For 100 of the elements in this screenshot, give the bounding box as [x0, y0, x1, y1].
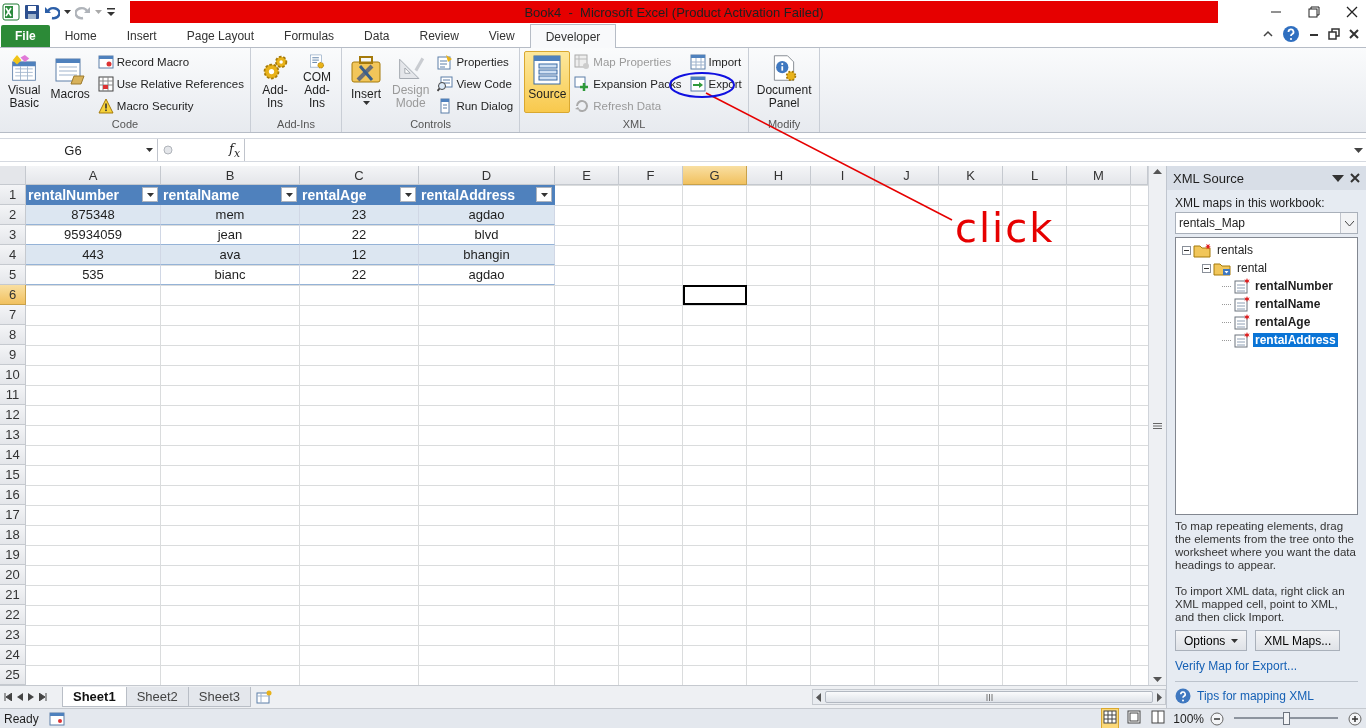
tree-item[interactable]: rentalAddress — [1253, 333, 1338, 347]
ribbon-button[interactable]: Import — [687, 51, 744, 73]
column-header[interactable]: K — [939, 166, 1003, 185]
column-header[interactable]: L — [1003, 166, 1067, 185]
ribbon-button[interactable]: Insert — [346, 51, 386, 113]
verify-link[interactable]: Verify Map for Export... — [1175, 659, 1358, 673]
tree-item[interactable]: rentalNumber — [1253, 279, 1336, 293]
filter-button[interactable] — [400, 187, 416, 202]
sheet-tab[interactable]: Sheet2 — [125, 687, 189, 707]
ribbon-button[interactable]: Source — [524, 51, 571, 113]
ribbon-button[interactable]: View Code — [435, 73, 516, 95]
sheet-tab[interactable]: Sheet3 — [187, 687, 252, 707]
column-header[interactable]: J — [875, 166, 939, 185]
map-dropdown[interactable]: rentals_Map — [1175, 212, 1358, 234]
tree-item[interactable]: rental — [1235, 261, 1270, 275]
macro-record-icon[interactable] — [48, 711, 65, 726]
ribbon-button[interactable]: Properties — [435, 51, 516, 73]
left-arrow-icon[interactable] — [816, 692, 821, 702]
zoom-level[interactable]: 100% — [1173, 711, 1204, 726]
previous-sheet-icon[interactable] — [17, 693, 23, 701]
save-icon[interactable] — [24, 4, 40, 20]
row-header[interactable]: 14 — [0, 445, 26, 465]
row-header[interactable]: 7 — [0, 305, 26, 325]
ribbon-tab[interactable]: Data — [349, 25, 405, 47]
column-header[interactable]: C — [300, 166, 419, 185]
restore-icon[interactable] — [1308, 6, 1320, 18]
sheet-tab[interactable]: Sheet1 — [62, 687, 127, 707]
row-header[interactable]: 12 — [0, 405, 26, 425]
row-header[interactable]: 1 — [0, 185, 26, 205]
column-header[interactable]: G — [683, 166, 747, 185]
active-cell[interactable] — [683, 285, 747, 305]
customize-icon[interactable] — [106, 6, 116, 18]
close-icon[interactable] — [1348, 28, 1360, 40]
column-header[interactable]: I — [811, 166, 875, 185]
tree-item[interactable]: rentalAge — [1253, 315, 1313, 329]
close-icon[interactable] — [1350, 173, 1360, 183]
row-header[interactable]: 25 — [0, 665, 26, 685]
split-icon[interactable] — [1153, 422, 1162, 429]
next-sheet-icon[interactable] — [28, 693, 34, 701]
column-header[interactable]: D — [419, 166, 555, 185]
ribbon-tab[interactable]: Review — [404, 25, 474, 47]
pane-button[interactable]: XML Maps... — [1255, 630, 1341, 651]
column-header[interactable]: H — [747, 166, 811, 185]
tree-item[interactable]: rentalName — [1253, 297, 1323, 311]
row-header[interactable]: 18 — [0, 525, 26, 545]
slider-thumb[interactable] — [1283, 712, 1290, 725]
row-header[interactable]: 6 — [0, 285, 26, 305]
ribbon-button[interactable]: Macro Security — [95, 95, 246, 117]
column-header[interactable]: A — [26, 166, 161, 185]
view-button[interactable] — [1101, 708, 1120, 728]
row-header[interactable]: 20 — [0, 565, 26, 585]
down-arrow-icon[interactable] — [1153, 677, 1162, 682]
zoom-in-icon[interactable] — [1348, 711, 1362, 726]
row-header[interactable]: 15 — [0, 465, 26, 485]
vertical-scrollbar[interactable] — [1148, 166, 1166, 685]
row-header[interactable]: 10 — [0, 365, 26, 385]
column-header[interactable]: B — [161, 166, 300, 185]
close-icon[interactable] — [1346, 6, 1358, 18]
ribbon-tab[interactable]: Page Layout — [171, 25, 270, 47]
row-header[interactable]: 8 — [0, 325, 26, 345]
row-header[interactable]: 24 — [0, 645, 26, 665]
tree-item[interactable]: rentals — [1215, 243, 1256, 257]
ribbon-button[interactable]: Add-Ins — [255, 51, 295, 113]
pane-menu-icon[interactable] — [1332, 174, 1344, 182]
filter-button[interactable] — [142, 187, 158, 202]
first-sheet-icon[interactable] — [4, 693, 12, 701]
ribbon-tab[interactable]: Developer — [529, 24, 617, 48]
undo-icon[interactable] — [44, 4, 60, 20]
filter-button[interactable] — [281, 187, 297, 202]
collapse-icon[interactable] — [1202, 263, 1211, 273]
row-header[interactable]: 4 — [0, 245, 26, 265]
pane-button[interactable]: Options — [1175, 630, 1248, 651]
help-link[interactable]: Tips for mapping XML — [1197, 689, 1314, 703]
right-arrow-icon[interactable] — [1157, 692, 1162, 702]
row-header[interactable]: 11 — [0, 385, 26, 405]
row-header[interactable]: 22 — [0, 605, 26, 625]
ribbon-button[interactable]: Run Dialog — [435, 95, 516, 117]
horizontal-scrollbar[interactable] — [812, 689, 1166, 705]
last-sheet-icon[interactable] — [39, 693, 47, 701]
ribbon-tab[interactable]: Home — [49, 25, 112, 47]
ribbon-button[interactable]: Document Panel — [752, 51, 816, 113]
column-header[interactable]: M — [1067, 166, 1131, 185]
ribbon-tab[interactable]: View — [473, 25, 530, 47]
ribbon-tab[interactable]: Formulas — [269, 25, 350, 47]
column-header[interactable]: F — [619, 166, 683, 185]
ribbon-button[interactable]: Macros — [46, 51, 94, 113]
filter-button[interactable] — [536, 187, 552, 202]
row-header[interactable]: 3 — [0, 225, 26, 245]
up-arrow-icon[interactable] — [1153, 169, 1162, 174]
ribbon-button[interactable]: Visual Basic — [4, 51, 45, 113]
row-header[interactable]: 5 — [0, 265, 26, 285]
restore-icon[interactable] — [1328, 28, 1340, 40]
name-box[interactable]: G6 — [0, 139, 158, 161]
row-header[interactable]: 2 — [0, 205, 26, 225]
ribbon-button[interactable]: Use Relative References — [95, 73, 246, 95]
ribbon-button[interactable]: Record Macro — [95, 51, 246, 73]
help-icon[interactable] — [1282, 25, 1300, 43]
insert-function-button[interactable]: f$_{x}$ — [229, 140, 240, 160]
expand-icon[interactable] — [1353, 147, 1363, 153]
ribbon-tab[interactable]: File — [1, 25, 50, 47]
